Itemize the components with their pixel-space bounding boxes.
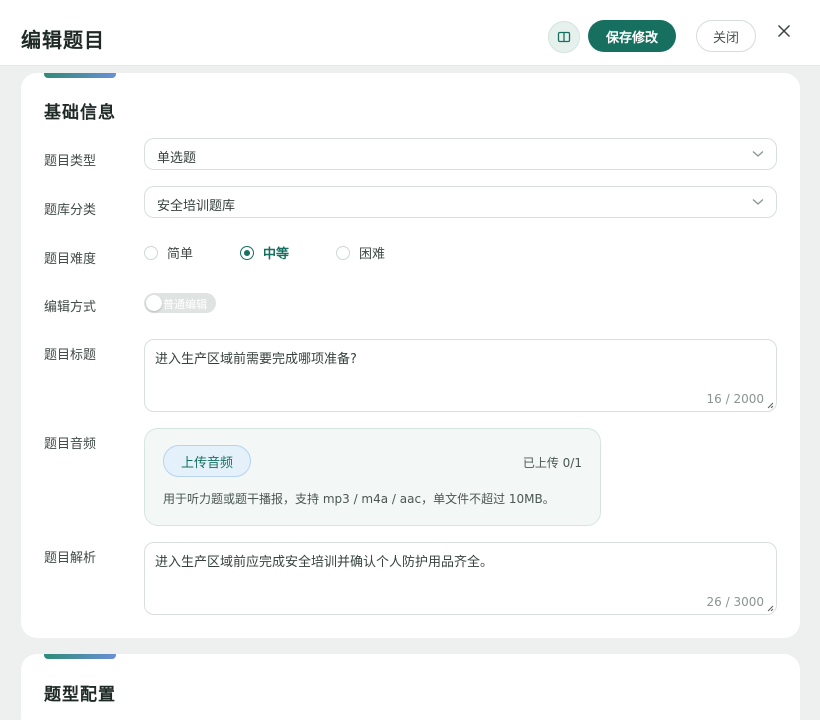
question-type-select[interactable]: 单选题 <box>144 138 777 170</box>
question-bank-select[interactable]: 安全培训题库 <box>144 186 777 218</box>
difficulty-radio-medium[interactable]: 中等 <box>240 243 289 262</box>
book-button[interactable] <box>548 21 580 53</box>
radio-dot <box>144 245 158 260</box>
analysis-text: 进入生产区域前应完成安全培训并确认个人防护用品齐全。 <box>155 555 494 570</box>
stem-char-count: 16 / 2000 <box>706 392 764 406</box>
audio-upload-count: 已上传 0/1 <box>522 456 582 470</box>
difficulty-option-label: 中等 <box>263 247 290 262</box>
analysis-char-count: 26 / 3000 <box>706 595 764 609</box>
close-icon-button[interactable] <box>774 20 794 42</box>
stem-label: 题目标题 <box>44 348 97 363</box>
edit-mode-value: 普通编辑 <box>163 298 207 311</box>
difficulty-label: 题目难度 <box>44 252 97 267</box>
audio-label: 题目音频 <box>44 437 97 452</box>
section-title-basic: 基础信息 <box>44 103 116 123</box>
save-button[interactable]: 保存修改 <box>588 20 676 52</box>
question-bank-value: 安全培训题库 <box>157 199 236 214</box>
chevron-down-icon <box>752 151 764 157</box>
bank-label: 题库分类 <box>44 203 97 218</box>
edit-mode-label: 编辑方式 <box>44 300 97 315</box>
question-type-value: 单选题 <box>157 151 197 166</box>
close-icon <box>777 24 791 38</box>
edit-mode-switch[interactable]: 普通编辑 <box>144 293 216 313</box>
difficulty-option-label: 简单 <box>167 247 194 262</box>
page-title: 编辑题目 <box>21 28 105 52</box>
stem-text: 进入生产区域前需要完成哪项准备? <box>155 352 357 367</box>
difficulty-radio-easy[interactable]: 简单 <box>144 243 193 262</box>
resize-handle-icon[interactable] <box>767 605 774 612</box>
audio-upload-panel: 上传音频 已上传 0/1 用于听力题或题干播报，支持 mp3 / m4a / a… <box>144 428 601 526</box>
book-open-icon <box>557 31 571 43</box>
resize-handle-icon[interactable] <box>767 402 774 409</box>
top-bar: 编辑题目 保存修改 关闭 <box>0 0 820 66</box>
card-accent <box>44 73 116 78</box>
switch-knob <box>146 295 162 311</box>
chevron-down-icon <box>752 199 764 205</box>
close-button[interactable]: 关闭 <box>696 20 756 52</box>
radio-dot <box>336 245 350 260</box>
difficulty-radio-hard[interactable]: 困难 <box>336 243 385 262</box>
type-label: 题目类型 <box>44 154 97 169</box>
card-accent <box>44 654 116 659</box>
audio-upload-hint: 用于听力题或题干播报，支持 mp3 / m4a / aac，单文件不超过 10M… <box>163 492 555 506</box>
section-title-config: 题型配置 <box>44 685 116 705</box>
upload-audio-button[interactable]: 上传音频 <box>163 445 251 477</box>
question-config-card: 题型配置 <box>21 654 800 720</box>
radio-dot-selected <box>240 245 254 260</box>
difficulty-option-label: 困难 <box>359 247 386 262</box>
analysis-textarea[interactable]: 进入生产区域前应完成安全培训并确认个人防护用品齐全。 26 / 3000 <box>144 542 777 615</box>
analysis-label: 题目解析 <box>44 551 97 566</box>
stem-textarea[interactable]: 进入生产区域前需要完成哪项准备? 16 / 2000 <box>144 339 777 412</box>
